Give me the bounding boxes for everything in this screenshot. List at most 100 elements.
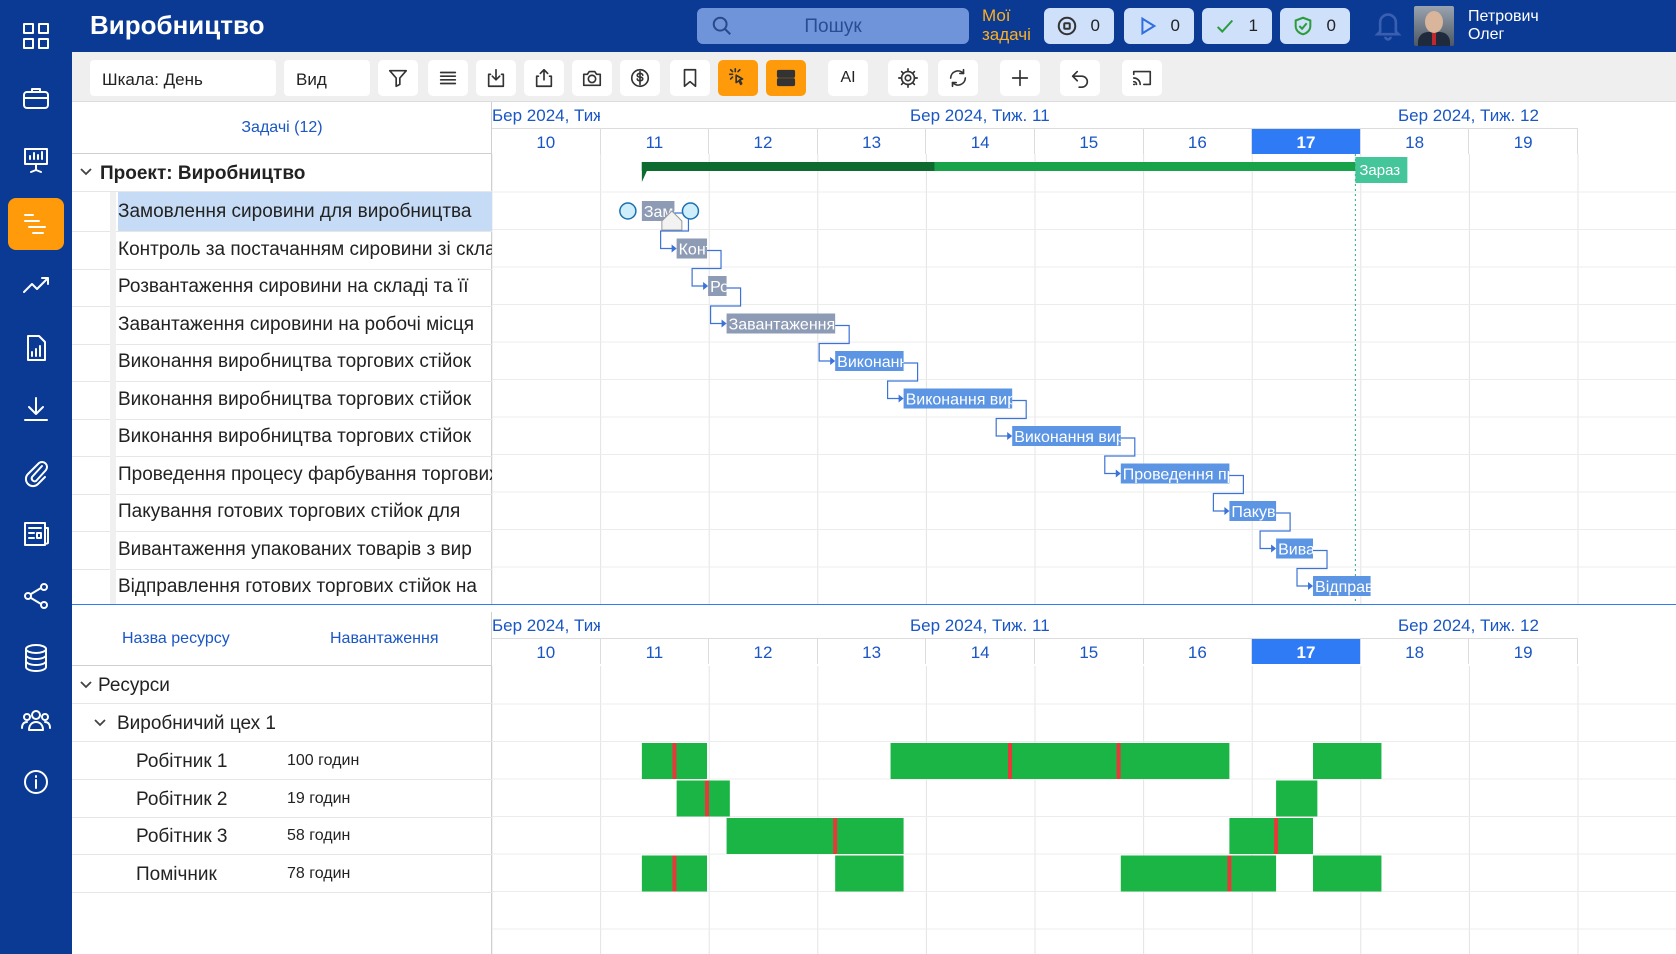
task-bar[interactable]: Завантаження: [726, 313, 836, 334]
resource-row[interactable]: Робітник 2 19 годин: [72, 780, 492, 818]
resource-load-block[interactable]: [1276, 780, 1318, 817]
task-bar[interactable]: Контроль: [676, 238, 749, 259]
resource-row[interactable]: Робітник 1 100 годин: [72, 742, 492, 780]
task-row[interactable]: Виконання виробництва торгових стійок: [72, 342, 492, 382]
refresh-button[interactable]: [938, 60, 978, 96]
task-bar[interactable]: Виконання виробництва: [1012, 426, 1194, 446]
task-row[interactable]: Виконання виробництва торгових стійок: [72, 417, 492, 457]
resource-load-block[interactable]: [890, 743, 1230, 779]
bookmark-button[interactable]: [670, 60, 710, 96]
resource-load-block[interactable]: [1120, 855, 1277, 892]
task-row[interactable]: Відправлення готових торгових стійок на: [72, 567, 492, 607]
tasks-column-header[interactable]: Задачі (12): [72, 102, 492, 154]
share-nav-button[interactable]: [8, 570, 64, 622]
report-nav-button[interactable]: [8, 322, 64, 374]
ai-button[interactable]: AI: [828, 60, 868, 96]
gear-button[interactable]: [888, 60, 928, 96]
running-counter[interactable]: 0: [1124, 8, 1194, 44]
download-nav-button[interactable]: [8, 384, 64, 436]
task-bar[interactable]: Проведення процесу: [1120, 463, 1279, 484]
task-row[interactable]: Виконання виробництва торгових стійок: [72, 379, 492, 420]
resource-overload-marker: [1227, 855, 1232, 892]
task-bar[interactable]: Вивантаження: [1276, 538, 1386, 559]
export-button[interactable]: [524, 60, 564, 96]
resource-week-label: Бер 2024, Тиж. 12: [1398, 616, 1539, 635]
task-bar-label: Виконання виробництва: [1014, 429, 1194, 446]
cast-button[interactable]: [1122, 60, 1162, 96]
import-button[interactable]: [476, 60, 516, 96]
presentation-nav-button[interactable]: [8, 134, 64, 186]
resource-load-block[interactable]: [1313, 743, 1382, 779]
approved-counter[interactable]: 0: [1280, 8, 1350, 44]
info-nav-button[interactable]: [8, 756, 64, 808]
resource-root-row[interactable]: Ресурси: [72, 666, 492, 704]
list-button[interactable]: [428, 60, 468, 96]
cursor-sparkle-button[interactable]: [718, 60, 758, 96]
done-counter[interactable]: 1: [1202, 8, 1272, 44]
task-row[interactable]: Вивантаження упакованих товарів з вир: [72, 529, 492, 570]
camera-button[interactable]: [572, 60, 612, 96]
paperclip-nav-button[interactable]: [8, 446, 64, 498]
view-select[interactable]: Вид: [284, 60, 370, 96]
notifications-bell-icon[interactable]: [1372, 8, 1404, 47]
user-name[interactable]: Петрович Олег: [1468, 8, 1539, 44]
news-nav-button[interactable]: [8, 508, 64, 560]
resource-row[interactable]: Помічник 78 годин: [72, 855, 492, 893]
chevron-down-icon[interactable]: [92, 715, 108, 731]
project-row[interactable]: Проект: Виробництво: [72, 154, 492, 192]
panel-divider[interactable]: [72, 604, 1676, 612]
chevron-down-icon[interactable]: [78, 164, 94, 180]
search-input[interactable]: Пошук: [697, 8, 969, 44]
link-handle-left[interactable]: [619, 202, 637, 220]
resource-load-column-header[interactable]: Навантаження: [330, 630, 439, 648]
resource-name-column-header[interactable]: Назва ресурсу: [122, 630, 230, 648]
avatar[interactable]: [1414, 6, 1454, 46]
team-nav-button[interactable]: [8, 694, 64, 746]
database-nav-button[interactable]: [8, 632, 64, 684]
dollar-icon: [630, 68, 650, 88]
task-bar[interactable]: Виконання: [835, 351, 917, 371]
filter-icon: [388, 69, 408, 88]
resource-load-block[interactable]: [1229, 818, 1314, 854]
resource-day-label: 18: [1360, 638, 1470, 664]
gantt-nav-button[interactable]: [8, 198, 64, 250]
resource-load-block[interactable]: [835, 855, 904, 892]
undo-button[interactable]: [1060, 60, 1100, 96]
trend-nav-button[interactable]: [8, 260, 64, 312]
task-row[interactable]: Завантаження сировини на робочі місця: [72, 304, 492, 345]
resource-load-block[interactable]: [676, 780, 730, 817]
scale-select[interactable]: Шкала: День: [90, 60, 276, 96]
resource-group-row[interactable]: Виробничий цех 1: [72, 704, 492, 742]
task-row[interactable]: Розвантаження сировини на складі та її: [72, 267, 492, 307]
link-handle-right[interactable]: [681, 202, 700, 220]
briefcase-nav-button[interactable]: [8, 72, 64, 124]
resource-hours: 19 годин: [287, 789, 351, 807]
split-view-button[interactable]: [766, 60, 806, 96]
my-tasks-link[interactable]: Мої задачі: [982, 6, 1031, 44]
dependency-arrow: [671, 244, 677, 253]
task-row[interactable]: Проведення процесу фарбування торгових: [72, 454, 492, 495]
resource-group-label: Виробничий цех 1: [117, 713, 276, 734]
resource-day-label: 14: [926, 638, 1035, 664]
resource-load-block[interactable]: [1313, 855, 1382, 892]
resource-row[interactable]: Робітник 3 58 годин: [72, 817, 492, 855]
plus-button[interactable]: [1000, 60, 1040, 96]
task-bar[interactable]: Відправлення: [1313, 576, 1418, 596]
task-row[interactable]: Замовлення сировини для виробництва: [72, 192, 492, 232]
gantt-day-label: 14: [926, 128, 1035, 154]
task-row[interactable]: Контроль за постачанням сировини зі скла…: [72, 229, 492, 270]
gantt-icon: [24, 214, 46, 234]
task-bar[interactable]: Розвантаження: [708, 276, 824, 296]
task-row[interactable]: Пакування готових торгових стійок для: [72, 492, 492, 532]
filter-button[interactable]: [378, 60, 418, 96]
dollar-button[interactable]: [620, 60, 660, 96]
task-bar[interactable]: Пакування: [1229, 501, 1310, 521]
dependency-arrow: [1308, 582, 1314, 590]
gantt-day-label: 13: [817, 128, 927, 154]
chevron-down-icon[interactable]: [78, 677, 94, 693]
task-bar[interactable]: Виконання виробництва: [903, 388, 1086, 409]
stopped-counter[interactable]: 0: [1044, 8, 1114, 44]
apps-grid-nav-button[interactable]: [8, 10, 64, 62]
task-label: Розвантаження сировини на складі та її: [118, 276, 469, 297]
resource-load-block[interactable]: [726, 818, 904, 854]
